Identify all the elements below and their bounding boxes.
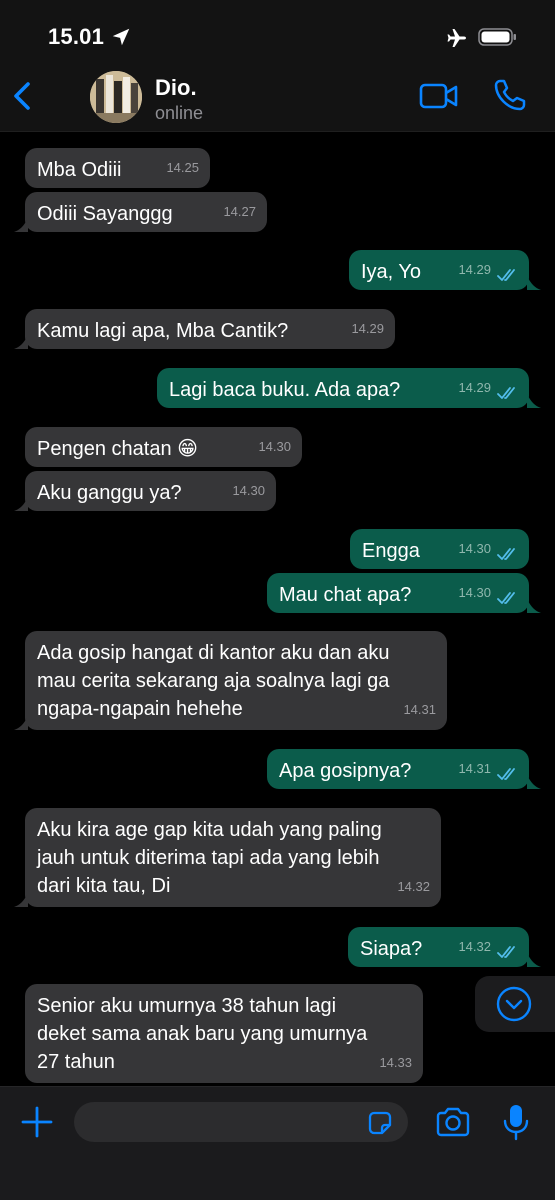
video-call-icon[interactable] (418, 80, 460, 112)
message-text: Ada gosip hangat di kantor aku dan aku m… (37, 642, 390, 720)
message-bubble-incoming[interactable]: Mba Odiii 14.25 (25, 148, 210, 188)
avatar-image (90, 71, 142, 123)
message-time: 14.29 (458, 380, 491, 395)
chevron-down-circle-icon (496, 986, 532, 1022)
message-bubble-outgoing[interactable]: Engga 14.30 (350, 529, 529, 569)
bubble-tail (14, 497, 28, 511)
read-ticks-icon (497, 946, 515, 958)
chat-header: Dio. online (0, 62, 555, 132)
message-time: 14.27 (223, 204, 256, 219)
message-bubble-incoming[interactable]: Kamu lagi apa, Mba Cantik? 14.29 (25, 309, 395, 349)
bubble-tail (14, 893, 28, 907)
message-text: Iya, Yo (361, 261, 422, 283)
bubble-tail (14, 335, 28, 349)
microphone-icon[interactable] (502, 1102, 530, 1142)
message-bubble-incoming[interactable]: Ada gosip hangat di kantor aku dan aku m… (25, 631, 447, 730)
message-text: Aku ganggu ya? (37, 482, 182, 504)
bubble-tail (527, 394, 541, 408)
contact-name[interactable]: Dio. (155, 75, 197, 101)
message-bubble-incoming[interactable]: Senior aku umurnya 38 tahun lagi deket s… (25, 984, 423, 1083)
message-time: 14.31 (458, 761, 491, 776)
message-bubble-incoming[interactable]: Pengen chatan 😁 14.30 (25, 427, 302, 467)
message-time: 14.25 (166, 160, 199, 175)
bubble-tail (527, 953, 541, 967)
sticker-icon[interactable] (366, 1109, 394, 1137)
bubble-tail (14, 218, 28, 232)
read-ticks-icon (497, 548, 515, 560)
battery-icon (478, 28, 516, 46)
message-bubble-outgoing[interactable]: Iya, Yo 14.29 (349, 250, 529, 290)
message-text: Pengen chatan 😁 (37, 438, 198, 460)
location-arrow-icon (112, 28, 130, 46)
message-time: 14.30 (258, 439, 291, 454)
message-text: Senior aku umurnya 38 tahun lagi deket s… (37, 995, 368, 1073)
message-text: Engga (362, 540, 420, 562)
read-ticks-icon (497, 387, 515, 399)
status-bar: 15.01 (0, 0, 555, 62)
airplane-icon (447, 29, 466, 47)
message-time: 14.30 (458, 585, 491, 600)
message-text: Siapa? (360, 938, 423, 960)
message-text: Odiii Sayanggg (37, 203, 173, 225)
message-time: 14.32 (397, 879, 430, 894)
message-bubble-incoming[interactable]: Aku ganggu ya? 14.30 (25, 471, 276, 511)
message-input[interactable] (74, 1102, 408, 1142)
read-ticks-icon (497, 768, 515, 780)
back-chevron-icon[interactable] (8, 76, 42, 116)
message-time: 14.29 (351, 321, 384, 336)
bubble-tail (527, 276, 541, 290)
read-ticks-icon (497, 592, 515, 604)
bubble-tail (527, 599, 541, 613)
message-bubble-outgoing[interactable]: Apa gosipnya? 14.31 (267, 749, 529, 789)
camera-icon[interactable] (434, 1105, 472, 1139)
scroll-to-bottom-button[interactable] (475, 976, 555, 1032)
message-text: Kamu lagi apa, Mba Cantik? (37, 320, 289, 342)
message-time: 14.31 (403, 702, 436, 717)
phone-icon[interactable] (492, 77, 528, 113)
message-time: 14.33 (379, 1055, 412, 1070)
avatar[interactable] (90, 71, 142, 123)
message-time: 14.29 (458, 262, 491, 277)
bubble-tail (527, 775, 541, 789)
chat-area[interactable]: Mba Odiii 14.25 Odiii Sayanggg 14.27 Iya… (0, 133, 555, 1086)
message-bubble-outgoing[interactable]: Siapa? 14.32 (348, 927, 529, 967)
read-ticks-icon (497, 269, 515, 281)
message-time: 14.30 (458, 541, 491, 556)
message-time: 14.30 (232, 483, 265, 498)
message-bubble-incoming[interactable]: Odiii Sayanggg 14.27 (25, 192, 267, 232)
composer-bar (0, 1086, 555, 1200)
status-time: 15.01 (48, 24, 105, 49)
message-bubble-outgoing[interactable]: Mau chat apa? 14.30 (267, 573, 529, 613)
message-text: Aku kira age gap kita udah yang paling j… (37, 819, 382, 897)
message-time: 14.32 (458, 939, 491, 954)
message-bubble-outgoing[interactable]: Lagi baca buku. Ada apa? 14.29 (157, 368, 529, 408)
bubble-tail (14, 716, 28, 730)
contact-status: online (155, 103, 204, 123)
message-bubble-incoming[interactable]: Aku kira age gap kita udah yang paling j… (25, 808, 441, 907)
plus-icon[interactable] (18, 1103, 56, 1141)
